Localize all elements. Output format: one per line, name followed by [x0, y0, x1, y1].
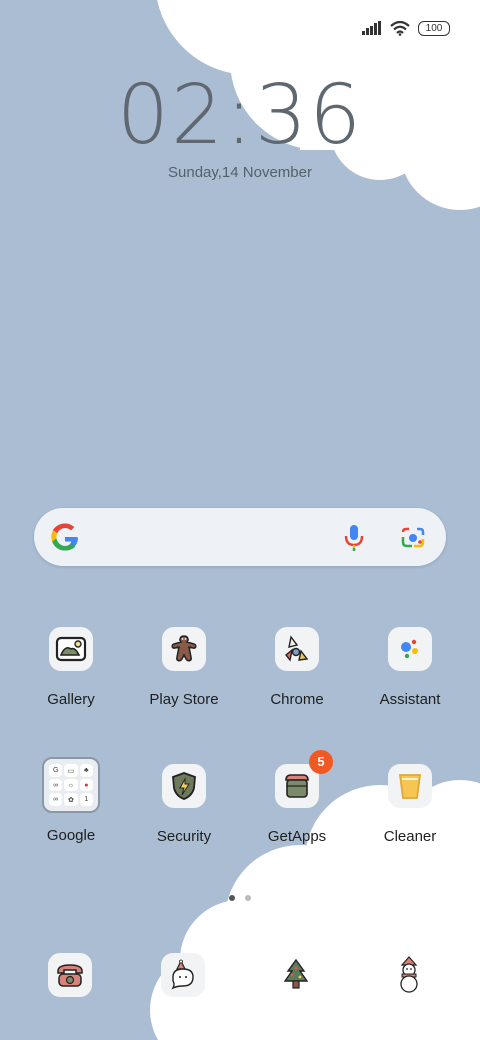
app-google-folder[interactable]: G ▭ ♣ ∞ ☼ ● ∞ ✿ 1 Google	[16, 757, 126, 844]
app-label: Gallery	[47, 691, 95, 708]
page-dot-2[interactable]	[245, 895, 251, 901]
phone-icon	[57, 964, 83, 987]
app-label: Security	[156, 828, 212, 845]
dock-snowman[interactable]	[387, 953, 431, 997]
app-label: Google	[46, 827, 96, 844]
chrome-icon	[275, 627, 319, 671]
app-getapps[interactable]: 5 GetApps	[242, 750, 352, 845]
app-assistant[interactable]: Assistant	[355, 627, 465, 708]
wifi-icon	[390, 20, 410, 36]
dock-messages[interactable]	[161, 953, 205, 997]
status-bar: 100	[362, 18, 450, 38]
lens-camera-icon[interactable]	[400, 525, 426, 549]
app-label: Play Store	[149, 691, 219, 708]
getapps-icon: 5	[275, 750, 333, 808]
tree-icon	[283, 958, 309, 989]
google-search-bar[interactable]	[34, 508, 446, 566]
app-label: Assistant	[379, 691, 441, 708]
battery-indicator: 100	[418, 20, 450, 36]
app-label: GetApps	[267, 828, 327, 845]
google-g-icon	[51, 523, 78, 551]
signal-icon	[362, 21, 381, 35]
notification-badge: 5	[309, 750, 333, 774]
dock-tree[interactable]	[274, 953, 318, 997]
app-label: Chrome	[270, 691, 324, 708]
app-chrome[interactable]: Chrome	[242, 627, 352, 708]
clock-date[interactable]: Sunday,14 November	[0, 164, 480, 181]
gallery-icon	[49, 627, 93, 671]
folder-icon: G ▭ ♣ ∞ ☼ ● ∞ ✿ 1	[42, 757, 100, 813]
app-play-store[interactable]: Play Store	[129, 627, 239, 708]
app-gallery[interactable]: Gallery	[16, 627, 126, 708]
page-dot-1[interactable]	[229, 895, 235, 901]
assistant-icon	[388, 627, 432, 671]
security-shield-icon	[162, 764, 206, 808]
clock-time[interactable]: 02:36	[0, 68, 480, 163]
mic-icon[interactable]	[344, 524, 364, 552]
app-cleaner[interactable]: Cleaner	[355, 764, 465, 845]
cleaner-icon	[388, 764, 432, 808]
page-indicator[interactable]	[0, 895, 480, 901]
snowman-icon	[400, 956, 418, 993]
gingerbread-icon	[162, 627, 206, 671]
messages-icon	[171, 959, 194, 990]
app-label: Cleaner	[383, 828, 437, 845]
dock-phone[interactable]	[48, 953, 92, 997]
app-security[interactable]: Security	[129, 764, 239, 845]
